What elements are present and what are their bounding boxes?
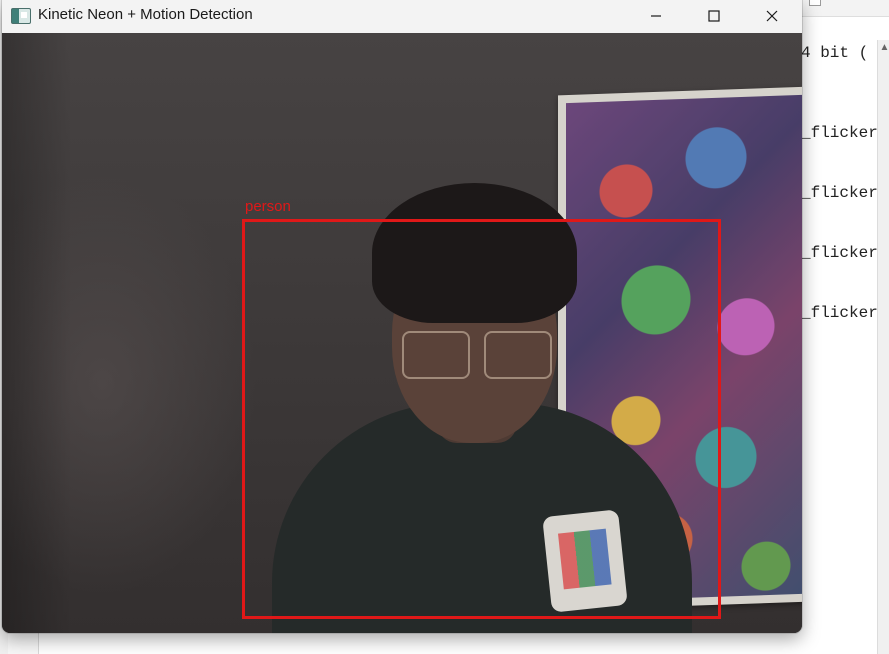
minimize-icon — [651, 15, 661, 17]
window-titlebar[interactable]: Kinetic Neon + Motion Detection — [2, 0, 802, 34]
close-icon — [766, 10, 778, 22]
maximize-button[interactable] — [685, 0, 743, 32]
close-button[interactable] — [743, 0, 801, 32]
desktop: 4 bit ( _flicker _flicker _flicker _flic… — [0, 0, 889, 654]
scroll-up-arrow-icon[interactable]: ▲ — [879, 42, 889, 54]
window-title: Kinetic Neon + Motion Detection — [38, 6, 253, 23]
background-line: _flicker — [801, 124, 878, 142]
background-line: 4 bit ( — [801, 44, 869, 62]
background-line: _flicker — [801, 184, 878, 202]
background-vertical-scrollbar[interactable]: ▲ — [877, 40, 889, 654]
app-window-icon — [11, 8, 31, 24]
background-line: _flicker — [801, 244, 878, 262]
maximize-icon — [708, 10, 720, 22]
background-line-gutter — [8, 630, 39, 654]
wall-shadow — [2, 33, 72, 633]
minimize-button[interactable] — [627, 0, 685, 32]
camera-video-frame: person — [2, 33, 802, 633]
detection-label: person — [245, 198, 291, 215]
background-line: _flicker — [801, 304, 878, 322]
motion-detection-window[interactable]: Kinetic Neon + Motion Detection person — [2, 0, 802, 633]
background-maximize-icon[interactable] — [809, 0, 821, 6]
detection-bounding-box — [242, 219, 721, 619]
